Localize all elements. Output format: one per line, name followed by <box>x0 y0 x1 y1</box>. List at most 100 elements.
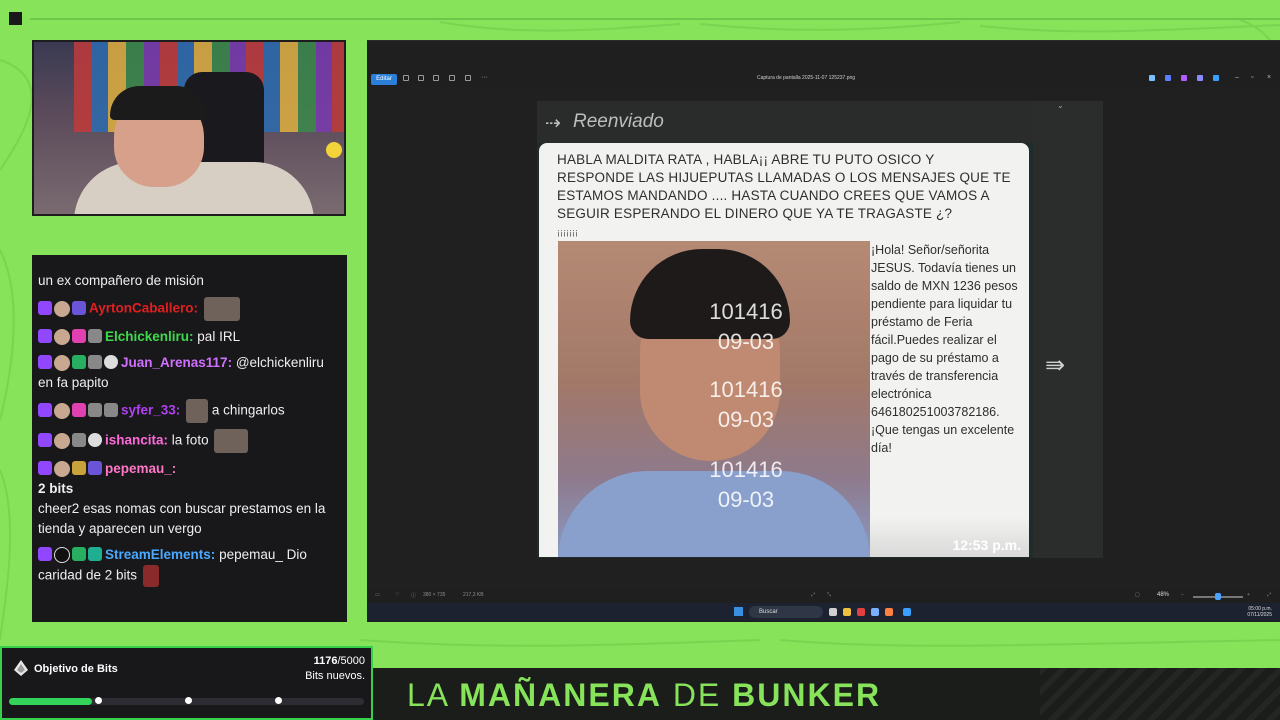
twitch-badge-icon <box>38 329 52 344</box>
file-explorer-icon[interactable] <box>843 608 851 616</box>
watermark-date: 09-03 <box>717 487 775 512</box>
viewer-status-bar: ▭ ♡ ⓘ 380 × 735 217,3 KB ⤢ ⤡ ▢ 48% − + ⤢ <box>367 589 1280 603</box>
chat-message: Juan_Arenas117: @elchickenliru en fa pap… <box>38 353 341 393</box>
chat-message: un ex compañero de misión <box>38 271 341 291</box>
bits-badge-icon <box>88 461 102 476</box>
avatar[interactable] <box>54 329 70 346</box>
banner-word: LA <box>407 677 449 713</box>
paint-icon[interactable] <box>1197 75 1203 81</box>
info-circle-icon[interactable]: ⓘ <box>411 592 416 599</box>
zoom-slider-thumb[interactable] <box>1215 593 1221 600</box>
clock-date: 07/11/2025 <box>1247 612 1272 618</box>
emote-icon <box>214 429 249 453</box>
chat-username[interactable]: AyrtonCaballero: <box>89 301 198 316</box>
corner-square-icon <box>9 12 22 25</box>
gold-badge-icon <box>72 461 86 476</box>
maximize-icon[interactable]: ▫ <box>1251 74 1253 81</box>
chat-username[interactable]: StreamElements: <box>105 547 215 562</box>
chat-username[interactable]: Elchickenliru: <box>105 329 194 344</box>
chat-message-text: cheer2 esas nomas con buscar prestamos e… <box>38 501 326 536</box>
fullscreen-icon[interactable]: ⤡ <box>827 592 831 598</box>
twitch-badge-icon <box>38 461 52 476</box>
avatar[interactable] <box>54 301 70 317</box>
goal-milestone-dot <box>275 697 282 704</box>
forward-icon: ⇢ <box>545 113 561 134</box>
avatar[interactable] <box>54 403 70 419</box>
forwarded-header: ⇢ Reenviado <box>537 101 1033 143</box>
task-view-icon[interactable] <box>829 608 837 616</box>
goal-subtitle: Bits nuevos. <box>305 670 365 682</box>
box-badge-icon <box>88 433 102 447</box>
designer-icon[interactable] <box>1181 75 1187 81</box>
show-title-banner: LA MAÑANERA DE BUNKER <box>373 668 1280 720</box>
banner-word: BUNKER <box>732 677 882 713</box>
bits-amount: 2 bits <box>38 481 74 496</box>
viewer-toolbar: Editar ··· Captura de pantalla 2025-11-0… <box>367 71 1280 87</box>
heart-badge-icon <box>72 403 86 417</box>
favorite-icon[interactable]: ♡ <box>395 592 399 598</box>
delete-icon[interactable] <box>418 75 424 81</box>
chat-username[interactable]: pepemau_: <box>105 461 176 476</box>
forward-share-icon[interactable]: ⇛ <box>1045 351 1065 380</box>
check-badge-icon <box>72 547 86 562</box>
visual-search-icon[interactable] <box>1165 75 1171 81</box>
banner-word: DE <box>672 677 722 713</box>
heart-badge-icon <box>72 329 86 344</box>
zoom-in-icon[interactable]: + <box>1247 592 1250 598</box>
goal-milestone-dot <box>95 697 102 704</box>
app-icon[interactable] <box>885 608 893 616</box>
chat-panel: un ex compañero de misión AyrtonCaballer… <box>32 255 347 622</box>
goal-target: /5000 <box>337 655 365 667</box>
chat-username[interactable]: syfer_33: <box>121 403 180 418</box>
emote-icon <box>142 565 159 587</box>
webcam-feed <box>32 40 346 216</box>
expand-icon[interactable]: ⤢ <box>1267 592 1271 598</box>
wings-badge-icon <box>104 403 118 417</box>
banner-stripes <box>1040 668 1280 720</box>
photos-icon[interactable] <box>903 608 911 616</box>
goal-progress-fill <box>9 698 93 705</box>
shield-badge-icon <box>72 433 86 447</box>
more-options-icon[interactable]: ··· <box>481 74 488 81</box>
taskbar-clock[interactable]: 05:00 p.m. 07/11/2025 <box>1247 606 1272 618</box>
minimize-icon[interactable]: – <box>1235 74 1239 81</box>
watermark-code: 101416 <box>709 377 783 402</box>
chat-background <box>1033 101 1103 558</box>
bits-goal-widget: Objetivo de Bits 1176/5000 Bits nuevos. <box>0 646 373 720</box>
avatar[interactable] <box>54 461 70 478</box>
share-icon[interactable] <box>1213 75 1219 81</box>
info-icon[interactable] <box>465 75 471 81</box>
fit-icon[interactable]: ⤢ <box>811 592 815 598</box>
taskbar-search[interactable]: Buscar <box>749 606 823 618</box>
edit-button[interactable]: Editar <box>371 74 397 85</box>
chat-username[interactable]: Juan_Arenas117: <box>121 355 232 370</box>
rotate-icon[interactable] <box>403 75 409 81</box>
debtor-photo: 101416 09-03 101416 09-03 101416 09-03 <box>558 241 870 557</box>
chat-username[interactable]: ishancita: <box>105 433 168 448</box>
whatsapp-screenshot: ⌄ ⇢ Reenviado HABLA MALDITA RATA , HABLA… <box>537 101 1103 558</box>
browser-icon[interactable] <box>857 608 865 616</box>
close-icon[interactable]: × <box>1267 74 1271 81</box>
bot-badge-icon <box>88 547 102 562</box>
windows-start-icon[interactable] <box>734 607 743 616</box>
shield-badge-icon <box>88 355 102 370</box>
avatar[interactable] <box>54 433 70 449</box>
emote-icon <box>203 297 240 321</box>
chat-message-text: pal IRL <box>197 329 241 344</box>
settings-icon[interactable] <box>871 608 879 616</box>
windows-taskbar: Buscar 05:00 p.m. 07/11/2025 <box>367 603 1280 621</box>
copilot-icon[interactable] <box>1149 75 1155 81</box>
avatar[interactable] <box>54 547 70 564</box>
zoom-out-icon[interactable]: − <box>1181 592 1184 598</box>
twitch-badge-icon <box>38 547 52 562</box>
chat-message: pepemau_: 2 bits cheer2 esas nomas con b… <box>38 459 341 539</box>
twitch-badge-icon <box>38 301 52 315</box>
chat-message: syfer_33: a chingarlos <box>38 399 341 423</box>
film-strip-icon[interactable]: ▭ <box>375 592 380 598</box>
zoom-level[interactable]: 48% <box>1157 592 1169 598</box>
slideshow-icon[interactable] <box>449 75 455 81</box>
chat-message: Elchickenliru: pal IRL <box>38 327 341 347</box>
avatar[interactable] <box>54 355 70 372</box>
print-icon[interactable] <box>433 75 439 81</box>
actual-size-icon[interactable]: ▢ <box>1135 592 1140 598</box>
